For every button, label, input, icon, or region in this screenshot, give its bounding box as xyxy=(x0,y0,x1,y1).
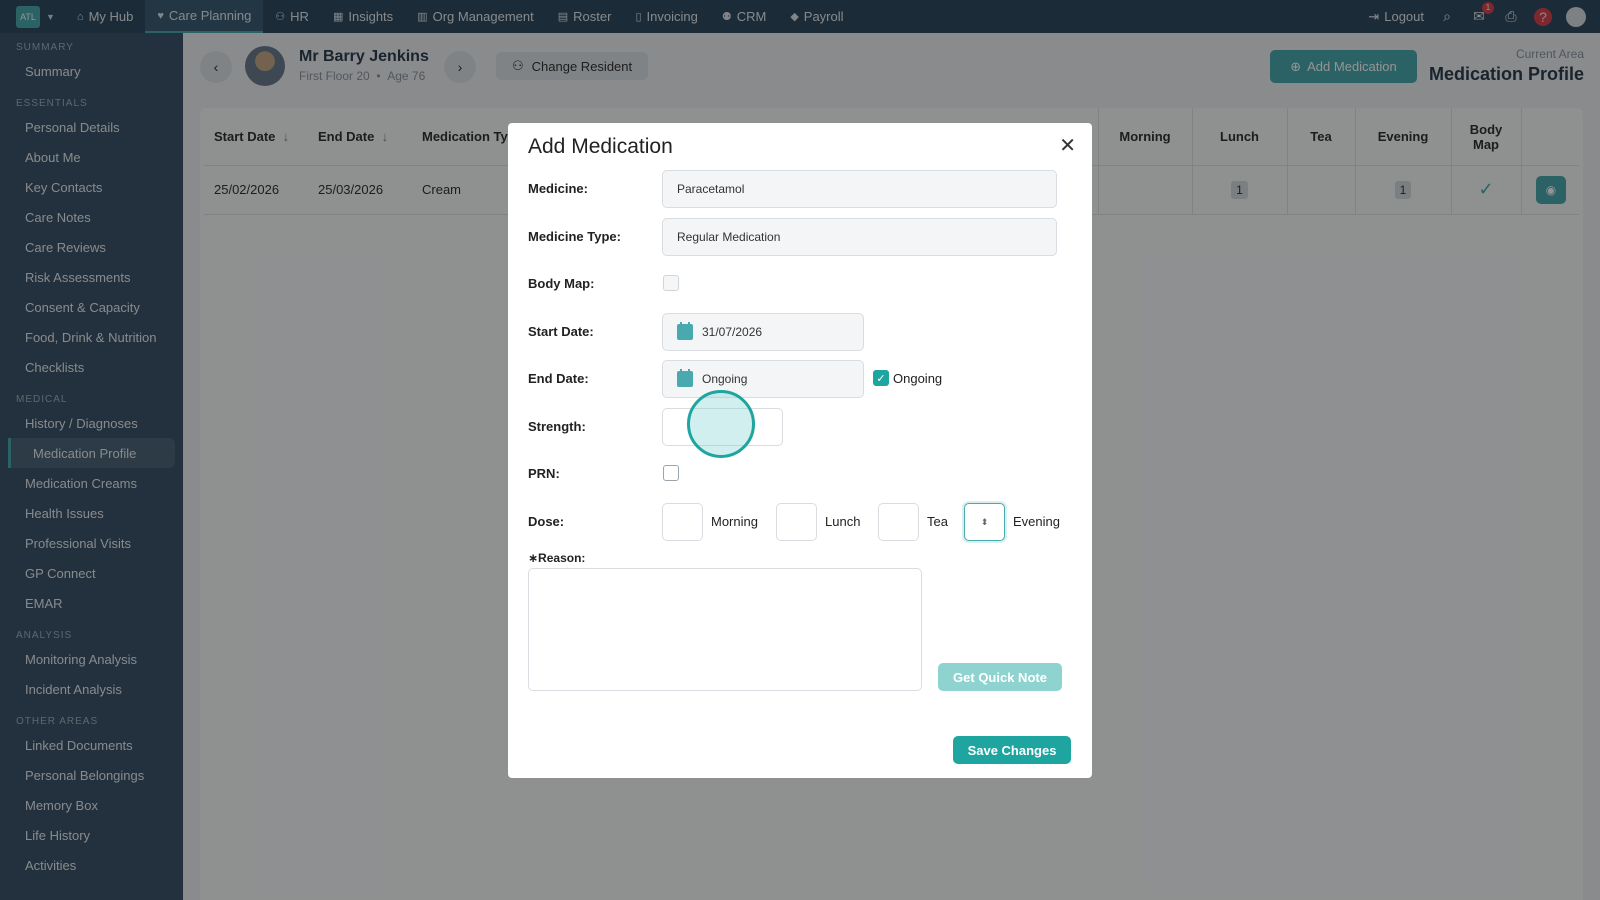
medicine-label: Medicine: xyxy=(528,181,588,196)
end-date-input[interactable]: Ongoing xyxy=(662,360,864,398)
dose-label: Dose: xyxy=(528,514,565,529)
dose-morning-input[interactable] xyxy=(662,503,703,541)
reason-textarea[interactable] xyxy=(528,568,922,691)
body-map-checkbox[interactable] xyxy=(663,275,679,291)
click-indicator xyxy=(687,390,755,458)
dose-lunch-input[interactable] xyxy=(776,503,817,541)
dose-evening-label: Evening xyxy=(1013,514,1060,529)
dose-evening-input[interactable]: ⬍ xyxy=(964,503,1005,541)
calendar-icon xyxy=(677,322,693,340)
get-quick-note-button[interactable]: Get Quick Note xyxy=(938,663,1062,691)
dose-morning-label: Morning xyxy=(711,514,758,529)
spinner-icon[interactable]: ⬍ xyxy=(981,517,989,528)
add-medication-modal: Add Medication ✕ Medicine: Paracetamol M… xyxy=(508,123,1092,778)
calendar-icon xyxy=(677,369,693,387)
strength-label: Strength: xyxy=(528,419,586,434)
end-date-label: End Date: xyxy=(528,371,589,386)
medicine-type-label: Medicine Type: xyxy=(528,229,621,244)
start-date-input[interactable]: 31/07/2026 xyxy=(662,313,864,351)
end-date-value: Ongoing xyxy=(702,372,748,386)
start-date-value: 31/07/2026 xyxy=(702,325,763,339)
ongoing-label: Ongoing xyxy=(893,371,943,386)
prn-checkbox[interactable] xyxy=(663,465,679,481)
ongoing-checkbox[interactable]: ✓ xyxy=(873,370,889,386)
reason-label: ∗Reason: xyxy=(528,551,586,565)
medicine-type-select[interactable]: Regular Medication xyxy=(662,218,1057,256)
dose-tea-label: Tea xyxy=(927,514,948,529)
start-date-label: Start Date: xyxy=(528,324,594,339)
check-icon: ✓ xyxy=(876,372,886,385)
close-icon[interactable]: ✕ xyxy=(1059,133,1076,158)
modal-title: Add Medication xyxy=(528,135,673,158)
prn-label: PRN: xyxy=(528,466,560,481)
dose-lunch-label: Lunch xyxy=(825,514,861,529)
medicine-select[interactable]: Paracetamol xyxy=(662,170,1057,208)
dose-tea-input[interactable] xyxy=(878,503,919,541)
save-changes-button[interactable]: Save Changes xyxy=(953,736,1071,764)
body-map-label: Body Map: xyxy=(528,276,595,291)
